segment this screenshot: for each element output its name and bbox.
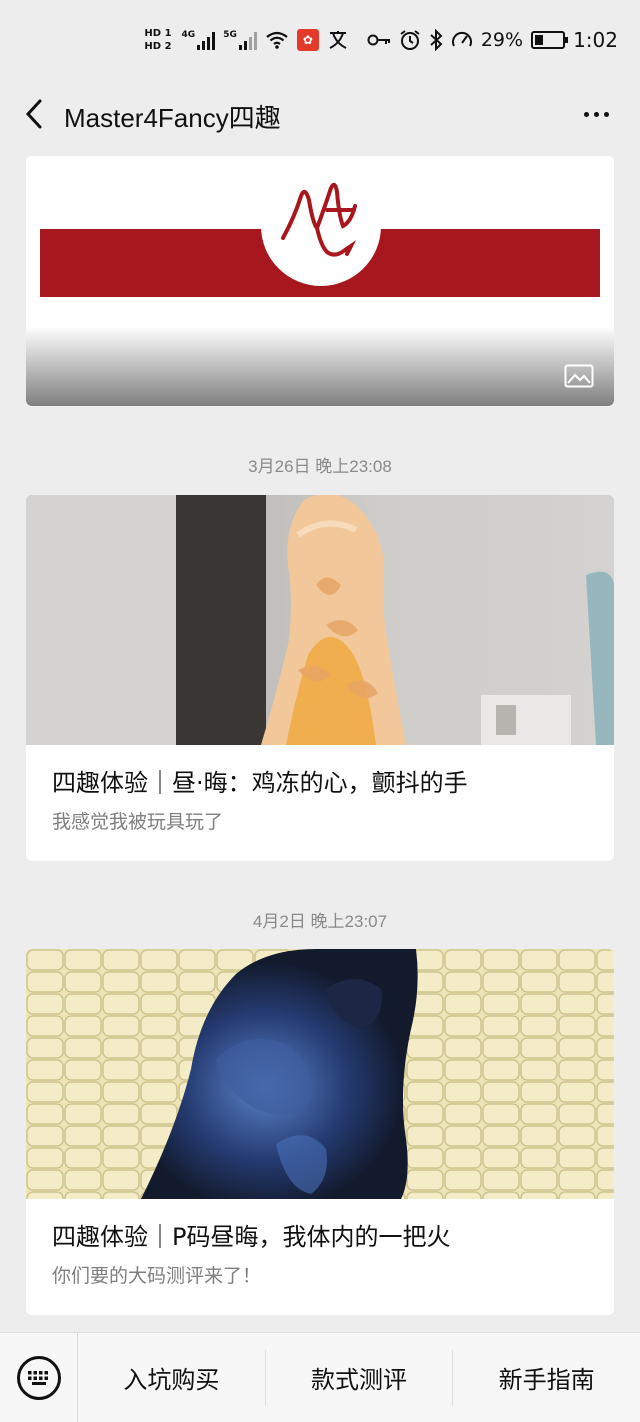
article-title: 四趣体验｜P码昼晦，我体内的一把火 (52, 1223, 451, 1251)
nav-bar: Master4Fancy四趣 (0, 92, 640, 152)
hd1-label: HD 1 (144, 28, 172, 39)
clock: 1:02 (573, 28, 618, 52)
keyboard-toggle-button[interactable] (0, 1332, 78, 1422)
message-timestamp: 4月2日 晚上23:07 (252, 912, 388, 931)
menu-item-reviews[interactable]: 款式测评 (266, 1349, 454, 1406)
article-digest: 我感觉我被玩具玩了 (52, 811, 224, 833)
article-digest: 你们要的大码测评来了！ (52, 1265, 262, 1287)
chevron-left-icon (25, 99, 42, 129)
brand-logo-icon (261, 166, 381, 286)
message-feed[interactable]: 3月26日 晚上23:08 四趣体验｜昼·晦：鸡冻的心，颤抖的手 我感觉我被玩具… (0, 152, 640, 1332)
back-button[interactable] (16, 96, 52, 132)
signal-icon: 4G (182, 30, 216, 50)
wifi-icon (265, 30, 289, 50)
bluetooth-icon (429, 29, 443, 51)
page-title: Master4Fancy四趣 (64, 103, 281, 133)
more-dots-icon (583, 111, 609, 117)
article-card[interactable]: 四趣体验｜昼·晦：鸡冻的心，颤抖的手 我感觉我被玩具玩了 (26, 495, 614, 861)
status-bar: HD 1 HD 2 4G 5G ✿ 29% 1:02 (0, 0, 640, 92)
more-button[interactable] (576, 96, 616, 132)
network-type-2: 5G (223, 30, 237, 40)
article-cover-image (26, 495, 614, 745)
key-icon (367, 33, 391, 47)
image-icon (564, 364, 594, 388)
translate-icon (327, 30, 349, 50)
message-timestamp: 3月26日 晚上23:08 (248, 457, 392, 476)
menu-item-guide[interactable]: 新手指南 (453, 1350, 640, 1406)
hd-indicator: HD 1 HD 2 (144, 28, 171, 52)
network-type-1: 4G (181, 30, 196, 40)
keyboard-icon (16, 1355, 61, 1400)
hd2-label: HD 2 (144, 41, 172, 52)
speed-icon (451, 30, 473, 50)
app-notification-icon: ✿ (296, 29, 319, 51)
article-title: 四趣体验｜昼·晦：鸡冻的心，颤抖的手 (52, 769, 468, 797)
banner-image[interactable] (26, 156, 614, 406)
signal-icon-2: 5G (223, 30, 257, 50)
bottom-menu: 入坑购买 款式测评 新手指南 (0, 1332, 640, 1422)
battery-icon (531, 31, 569, 49)
battery-level (535, 35, 543, 45)
battery-percent: 29% (480, 29, 524, 51)
article-cover-image (26, 949, 614, 1199)
menu-item-buy[interactable]: 入坑购买 (78, 1349, 266, 1406)
article-card[interactable]: 四趣体验｜P码昼晦，我体内的一把火 你们要的大码测评来了！ (26, 949, 614, 1315)
alarm-icon (399, 29, 421, 51)
